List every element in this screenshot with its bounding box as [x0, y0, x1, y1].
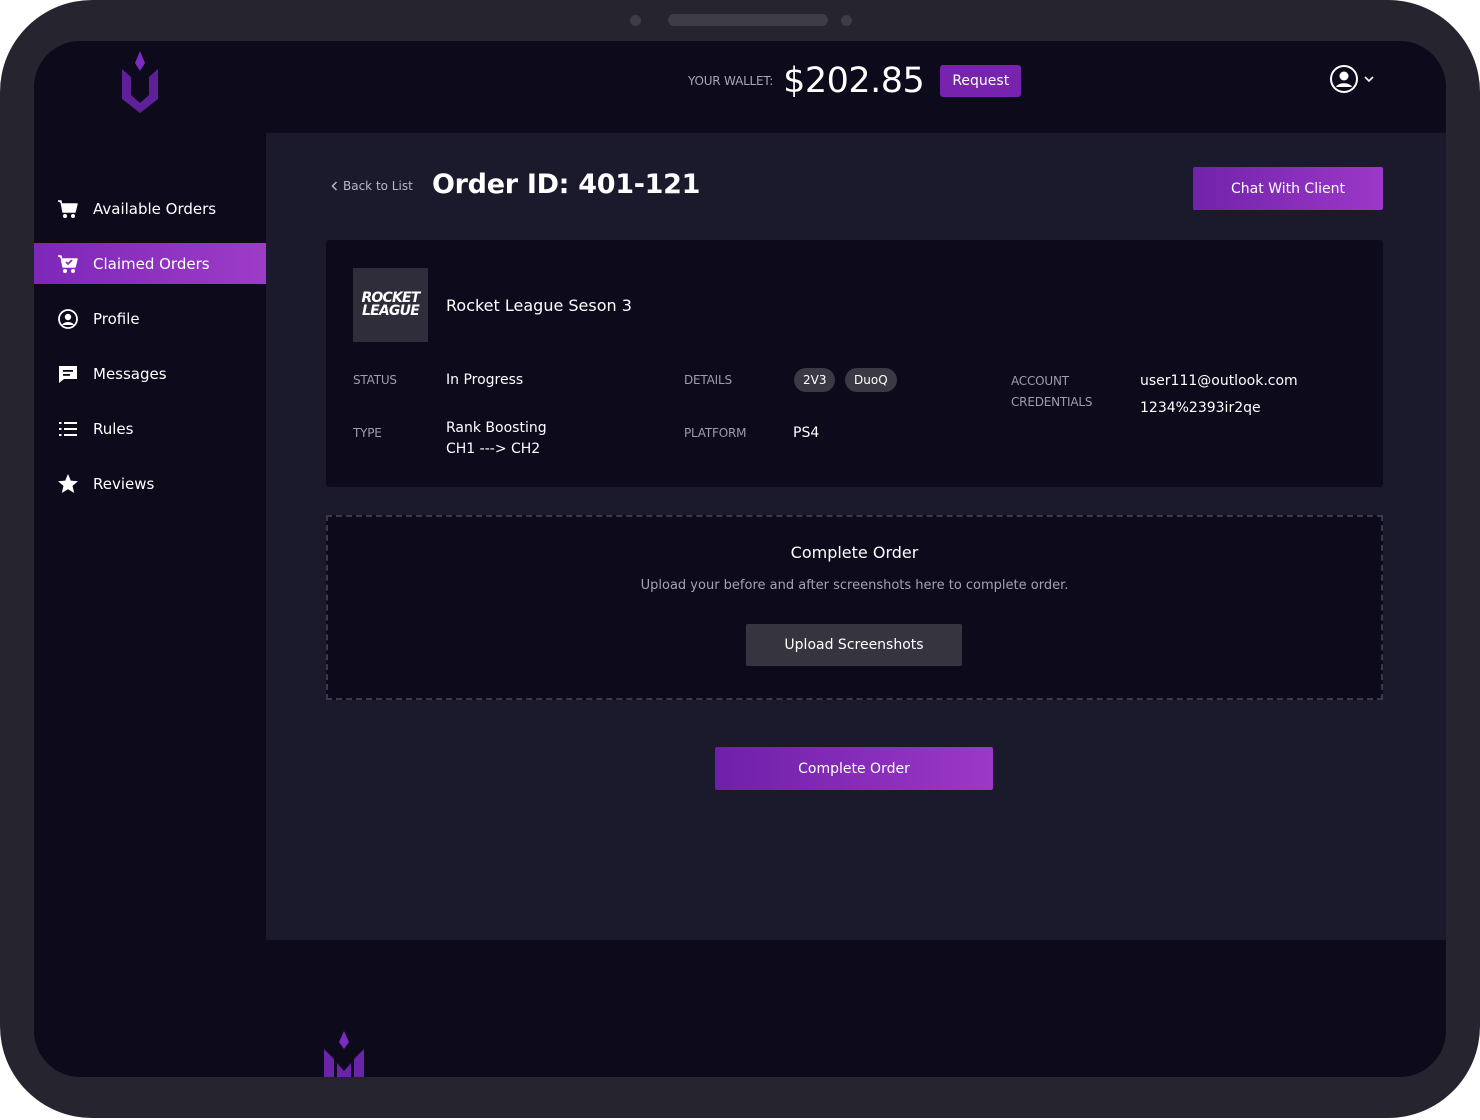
game-logo-line2: LEAGUE: [362, 303, 420, 319]
details-tag: 2V3: [794, 368, 836, 392]
brand-logo-icon[interactable]: [120, 51, 160, 113]
sidebar: Available Orders Claimed Orders Profile …: [34, 188, 266, 518]
speaker-grille: [668, 14, 828, 26]
details-label: DETAILS: [684, 373, 732, 387]
credentials-password: 1234%2393ir2qe: [1140, 400, 1261, 416]
request-button[interactable]: Request: [940, 65, 1022, 97]
details-tag: DuoQ: [845, 368, 897, 392]
star-icon: [56, 472, 80, 496]
sidebar-item-label: Profile: [93, 309, 140, 328]
back-label: Back to List: [343, 179, 413, 193]
user-circle-icon: [56, 307, 80, 331]
sidebar-item-profile[interactable]: Profile: [34, 298, 266, 339]
sidebar-item-available-orders[interactable]: Available Orders: [34, 188, 266, 229]
cart-check-icon: [56, 252, 80, 276]
list-icon: [56, 417, 80, 441]
game-name: Rocket League Seson 3: [446, 296, 632, 315]
type-value-line1: Rank Boosting: [446, 420, 547, 436]
sidebar-item-label: Messages: [93, 364, 167, 383]
page-title: Order ID: 401-121: [432, 169, 701, 200]
upload-screenshots-button[interactable]: Upload Screenshots: [746, 624, 962, 666]
status-label: STATUS: [353, 373, 397, 387]
sidebar-item-label: Available Orders: [93, 199, 217, 218]
platform-label: PLATFORM: [684, 426, 747, 440]
type-value-line2: CH1 ---> CH2: [446, 441, 541, 457]
user-menu[interactable]: [1329, 64, 1374, 94]
chevron-left-icon: [331, 181, 338, 191]
sidebar-item-label: Claimed Orders: [93, 254, 210, 273]
status-value: In Progress: [446, 372, 524, 388]
sidebar-item-label: Rules: [93, 419, 134, 438]
upload-description: Upload your before and after screenshots…: [640, 578, 1069, 593]
order-details-card: ROCKET LEAGUE Rocket League Seson 3 STAT…: [326, 240, 1383, 487]
type-label: TYPE: [353, 426, 382, 440]
upload-dropzone[interactable]: Complete Order Upload your before and af…: [326, 515, 1383, 700]
sidebar-item-reviews[interactable]: Reviews: [34, 463, 266, 504]
sidebar-item-rules[interactable]: Rules: [34, 408, 266, 449]
wallet-amount: $202.85: [783, 61, 925, 101]
user-avatar-icon: [1330, 65, 1358, 93]
main-panel: Back to List Order ID: 401-121 Chat With…: [266, 133, 1446, 940]
credentials-email: user111@outlook.com: [1140, 373, 1298, 389]
camera-dot: [630, 15, 641, 26]
upload-title: Complete Order: [790, 543, 919, 562]
chat-with-client-button[interactable]: Chat With Client: [1193, 167, 1383, 210]
sidebar-item-messages[interactable]: Messages: [34, 353, 266, 394]
wallet: YOUR WALLET: $202.85 Request: [688, 59, 1022, 103]
credentials-label-line1: ACCOUNT: [1011, 374, 1069, 388]
game-logo: ROCKET LEAGUE: [353, 268, 428, 342]
cart-icon: [56, 197, 80, 221]
tablet-frame: YOUR WALLET: $202.85 Request Available O…: [0, 0, 1480, 1118]
platform-value: PS4: [793, 425, 820, 441]
sidebar-item-claimed-orders[interactable]: Claimed Orders: [34, 243, 266, 284]
sidebar-item-label: Reviews: [93, 474, 155, 493]
sensor-dot: [841, 15, 852, 26]
screen: YOUR WALLET: $202.85 Request Available O…: [34, 41, 1446, 1077]
credentials-label-line2: CREDENTIALS: [1011, 395, 1093, 409]
wallet-label: YOUR WALLET:: [688, 74, 774, 88]
chevron-down-icon: [1364, 76, 1374, 83]
message-icon: [56, 362, 80, 386]
complete-order-button[interactable]: Complete Order: [715, 747, 993, 790]
brand-logo-icon: [324, 1031, 364, 1077]
back-to-list-link[interactable]: Back to List: [331, 179, 413, 193]
